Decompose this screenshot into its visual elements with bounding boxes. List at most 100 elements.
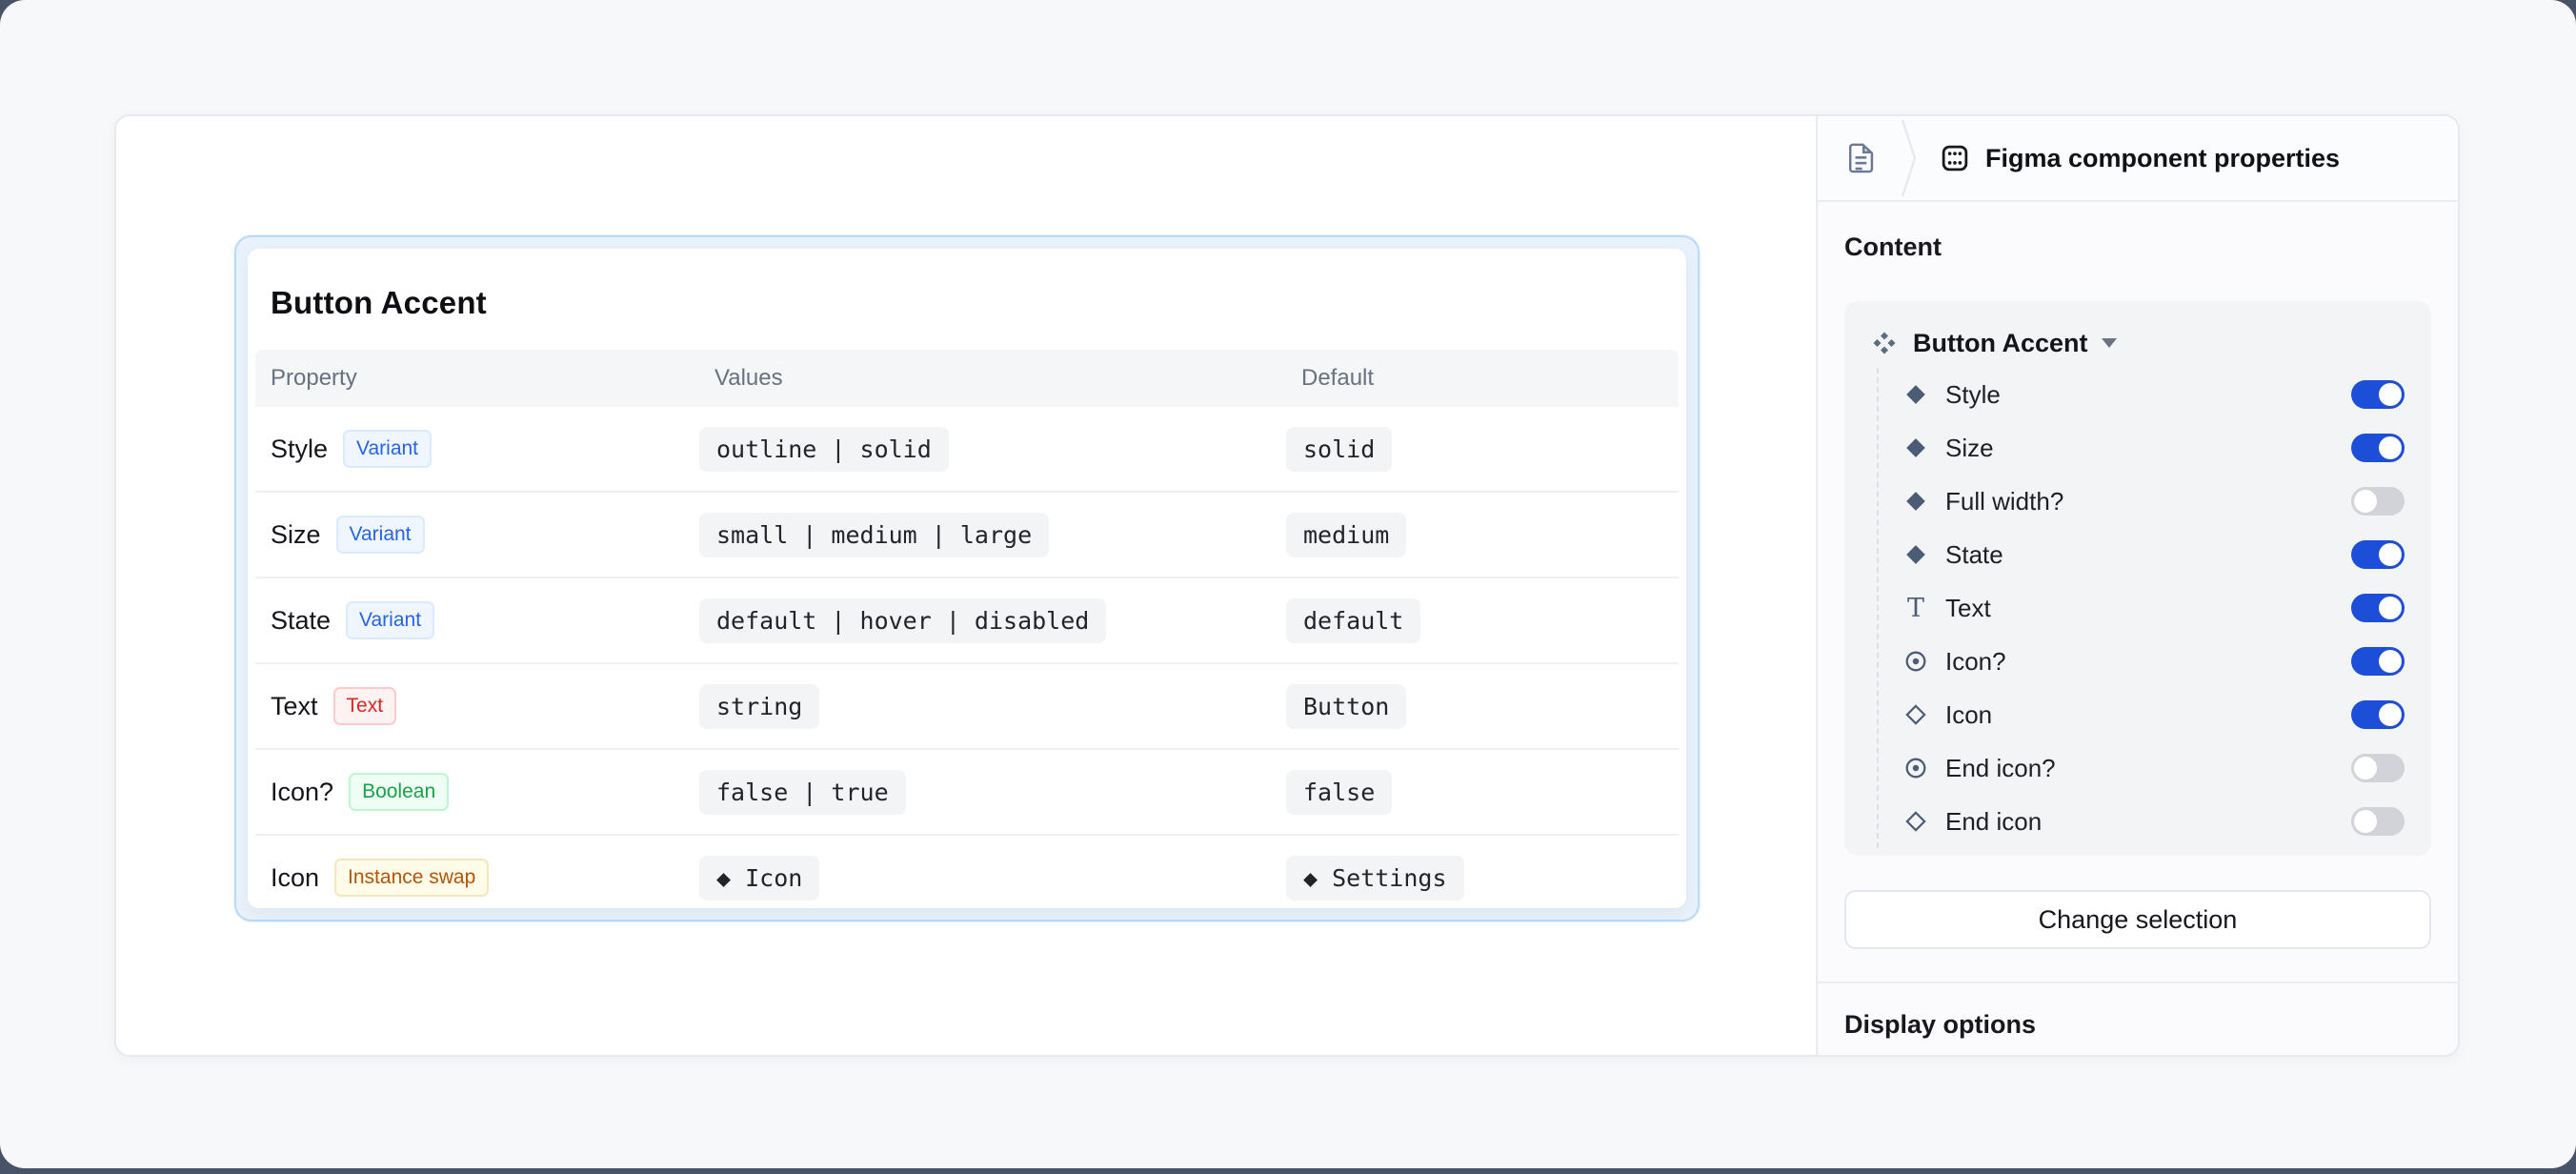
toggle-knob — [2379, 650, 2402, 673]
table-row: Icon? Boolean false | true false — [255, 748, 1679, 834]
values-chip: outline | solid — [699, 427, 949, 472]
panel-property-label: End icon — [1945, 807, 2351, 837]
component-grid-icon — [1942, 145, 1968, 172]
property-type-badge: Instance swap — [334, 859, 489, 896]
component-selection-frame[interactable]: Button Accent Property Values Default St… — [234, 235, 1700, 921]
values-cell: ◆ Icon — [699, 856, 1286, 901]
panel-property-icon: Icon? — [1902, 635, 2405, 688]
property-name: Icon — [271, 863, 319, 893]
toggle-knob — [2379, 383, 2402, 406]
component-preview-card: Button Accent Property Values Default St… — [248, 249, 1686, 908]
document-icon — [1848, 143, 1875, 174]
figma-properties-panel: Figma component properties Content — [1816, 116, 2458, 1055]
toggle-size[interactable] — [2351, 434, 2405, 462]
values-chip: small | medium | large — [699, 513, 1049, 557]
table-row: Icon Instance swap ◆ Icon ◆ Settings — [255, 834, 1679, 920]
default-chip: Button — [1286, 684, 1406, 729]
panel-title: Figma component properties — [1985, 144, 2340, 173]
column-header-default: Default — [1286, 365, 1679, 392]
table-body: Style Variant outline | solid solid Size… — [255, 407, 1679, 920]
toggle-icon[interactable] — [2351, 700, 2405, 729]
values-cell: small | medium | large — [699, 513, 1286, 557]
property-toggle-list: Style Size Full width? State T Text Icon… — [1877, 368, 2405, 848]
values-cell: string — [699, 684, 1286, 729]
default-chip: medium — [1286, 513, 1406, 557]
property-cell: Text Text — [255, 687, 699, 724]
toggle-end-icon[interactable] — [2351, 754, 2405, 782]
default-chip: default — [1286, 598, 1420, 643]
table-row: State Variant default | hover | disabled… — [255, 577, 1679, 662]
panel-header: Figma component properties — [1818, 116, 2458, 202]
default-cell: default — [1286, 598, 1679, 643]
default-cell: Button — [1286, 684, 1679, 729]
page-background: Button Accent Property Values Default St… — [0, 0, 2576, 1168]
default-chip: ◆ Settings — [1286, 856, 1464, 901]
toggle-state[interactable] — [2351, 540, 2405, 569]
toggle-knob — [2354, 490, 2377, 513]
text-type-icon: T — [1907, 596, 1924, 621]
values-cell: false | true — [699, 770, 1286, 815]
panel-property-full-width: Full width? — [1902, 475, 2405, 528]
panel-property-label: End icon? — [1945, 754, 2351, 783]
values-chip: ◆ Icon — [699, 856, 819, 901]
default-cell: solid — [1286, 427, 1679, 472]
display-options-label: Display options — [1844, 1008, 2431, 1041]
diamond-filled-icon — [1904, 543, 1927, 566]
toggle-knob — [2379, 703, 2402, 726]
selected-component-name: Button Accent — [1913, 329, 2088, 358]
toggle-knob — [2379, 436, 2402, 459]
default-cell: ◆ Settings — [1286, 856, 1679, 901]
default-chip: solid — [1286, 427, 1392, 472]
panel-property-end-icon: End icon? — [1902, 741, 2405, 795]
panel-property-label: Full width? — [1945, 487, 2351, 516]
panel-property-size: Size — [1902, 421, 2405, 475]
toggle-knob — [2354, 810, 2377, 833]
toggle-full-width[interactable] — [2351, 487, 2405, 516]
default-cell: medium — [1286, 513, 1679, 557]
column-header-values: Values — [699, 365, 1286, 392]
panel-property-end-icon: End icon — [1902, 795, 2405, 848]
toggle-end-icon[interactable] — [2351, 807, 2405, 836]
eye-icon — [1903, 649, 1928, 674]
panel-property-label: State — [1945, 540, 2351, 570]
breadcrumb-separator — [1900, 116, 1919, 200]
panel-body: Content Button Accent — [1818, 202, 2458, 949]
property-type-badge: Text — [333, 687, 397, 724]
diamond-outline-icon — [1904, 703, 1927, 726]
diamond-filled-icon — [1904, 490, 1927, 513]
toggle-style[interactable] — [2351, 380, 2405, 409]
values-cell: default | hover | disabled — [699, 598, 1286, 643]
property-name: State — [271, 606, 331, 636]
panel-property-text: T Text — [1902, 581, 2405, 635]
table-row: Style Variant outline | solid solid — [255, 407, 1679, 491]
diamond-filled-icon — [1904, 383, 1927, 406]
diamond-filled-icon — [1904, 436, 1927, 459]
content-section-label: Content — [1844, 231, 2431, 263]
table-header-row: Property Values Default — [255, 350, 1679, 407]
property-type-badge: Boolean — [349, 773, 449, 810]
panel-property-style: Style — [1902, 368, 2405, 421]
toggle-knob — [2379, 543, 2402, 566]
component-diamonds-icon — [1871, 330, 1898, 356]
property-type-badge: Variant — [343, 430, 432, 467]
values-chip: default | hover | disabled — [699, 598, 1106, 643]
toggle-text[interactable] — [2351, 594, 2405, 622]
toggle-icon[interactable] — [2351, 647, 2405, 676]
default-chip: false — [1286, 770, 1392, 815]
property-cell: State Variant — [255, 601, 699, 638]
property-cell: Icon Instance swap — [255, 859, 699, 896]
content-box: Button Accent Style Size Full width? — [1844, 301, 2431, 856]
property-type-badge: Variant — [346, 601, 434, 638]
component-selector[interactable]: Button Accent — [1871, 324, 2405, 362]
panel-property-state: State — [1902, 528, 2405, 581]
properties-table: Property Values Default Style Variant ou… — [255, 350, 1679, 920]
property-type-badge: Variant — [336, 516, 425, 553]
property-cell: Size Variant — [255, 516, 699, 553]
panel-property-icon: Icon — [1902, 688, 2405, 741]
values-chip: string — [699, 684, 819, 729]
values-chip: false | true — [699, 770, 906, 815]
change-selection-button[interactable]: Change selection — [1844, 890, 2431, 949]
panel-property-label: Size — [1945, 434, 2351, 463]
default-cell: false — [1286, 770, 1679, 815]
property-name: Text — [271, 692, 318, 721]
